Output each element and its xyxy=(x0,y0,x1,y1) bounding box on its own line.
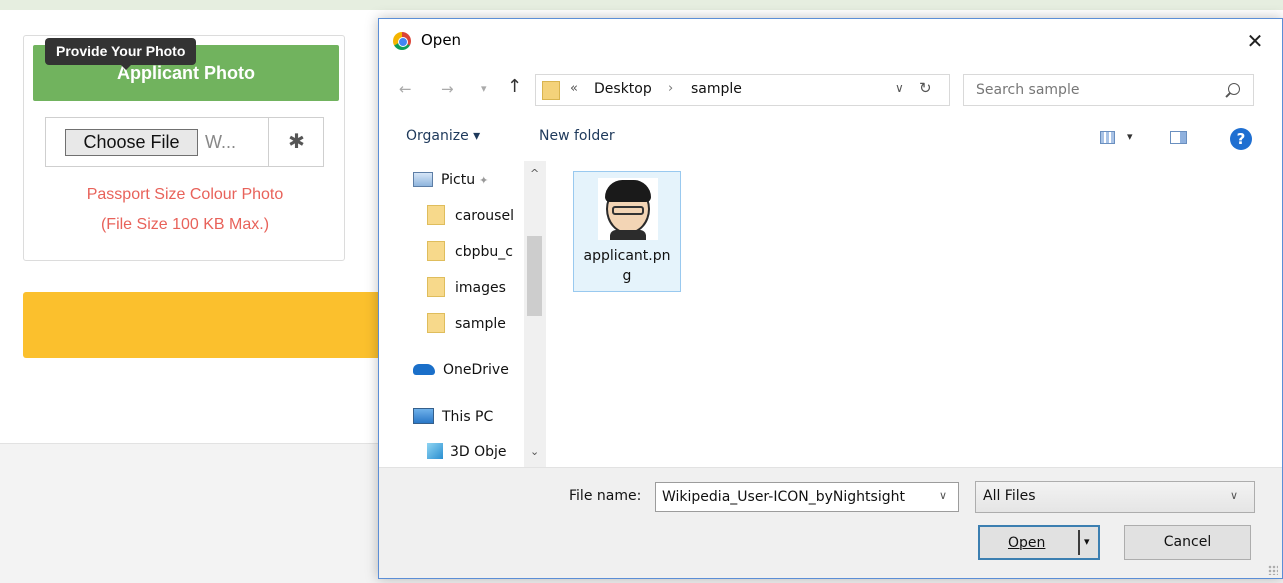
onedrive-icon xyxy=(413,364,435,375)
scroll-thumb[interactable] xyxy=(527,236,542,316)
photo-note-line1: Passport Size Colour Photo xyxy=(86,186,284,203)
file-name-dropdown-icon[interactable]: ∨ xyxy=(939,489,947,502)
navigation-pane: Pictu ✦ carousel cbpbu_c images sample On… xyxy=(379,161,546,467)
open-dropdown-icon[interactable]: ▾ xyxy=(1084,535,1090,548)
pin-icon: ✦ xyxy=(479,174,489,187)
required-asterisk-icon: ✱ xyxy=(268,118,324,166)
nav-item-this-pc[interactable]: This PC xyxy=(413,402,493,432)
nav-item-pictures[interactable]: Pictu ✦ xyxy=(413,165,488,195)
open-split-divider xyxy=(1078,530,1080,555)
new-folder-button[interactable]: New folder xyxy=(539,128,615,144)
open-button-label: Open xyxy=(1008,535,1046,551)
file-type-select[interactable]: All Files ∨ xyxy=(975,481,1255,513)
this-pc-icon xyxy=(413,408,434,424)
nav-item-label: 3D Obje xyxy=(450,444,507,460)
applicant-photo-card: Applicant Photo Choose File W... ✱ Passp… xyxy=(23,35,345,261)
avatar-shirt xyxy=(610,230,646,240)
dialog-titlebar[interactable]: Open ✕ xyxy=(379,19,1282,65)
search-input[interactable]: Search sample xyxy=(963,74,1254,106)
nav-item-onedrive[interactable]: OneDrive xyxy=(413,355,509,385)
up-arrow-icon[interactable]: ↑ xyxy=(507,75,522,99)
recent-locations-chevron-icon[interactable]: ▾ xyxy=(481,77,487,101)
command-bar: Organize ▾ New folder ▾ xyxy=(379,117,1282,157)
breadcrumb-separator-icon[interactable]: › xyxy=(668,81,673,96)
nav-item-label: This PC xyxy=(442,409,494,425)
refresh-icon[interactable]: ↻ xyxy=(919,79,932,97)
file-type-dropdown-icon: ∨ xyxy=(1230,489,1239,502)
chosen-file-name: W... xyxy=(205,132,236,152)
organize-menu[interactable]: Organize ▾ xyxy=(406,128,480,144)
forward-arrow-icon[interactable]: → xyxy=(441,77,454,101)
back-arrow-icon[interactable]: ← xyxy=(399,77,412,101)
file-type-value: All Files xyxy=(983,488,1036,504)
address-bar[interactable]: « Desktop › sample ∨ ↻ xyxy=(535,74,950,106)
folder-icon xyxy=(427,241,445,261)
page-top-strip xyxy=(0,0,1283,10)
cancel-button[interactable]: Cancel xyxy=(1124,525,1251,560)
pictures-icon xyxy=(413,172,433,187)
nav-item-label: cbpbu_c xyxy=(455,244,513,260)
view-options-dropdown-icon[interactable]: ▾ xyxy=(1127,130,1133,143)
change-view-icon[interactable] xyxy=(1100,131,1115,144)
search-icon[interactable] xyxy=(1228,83,1240,95)
avatar-thumbnail-icon xyxy=(598,178,658,240)
nav-item-label: OneDrive xyxy=(443,362,509,378)
scroll-down-icon[interactable]: ⌄ xyxy=(530,445,539,458)
avatar-hair xyxy=(605,180,651,202)
search-placeholder: Search sample xyxy=(976,82,1080,98)
chrome-icon xyxy=(393,32,411,50)
nav-item-images[interactable]: images xyxy=(427,273,506,303)
scroll-up-icon[interactable]: ^ xyxy=(530,167,539,180)
nav-item-label: carousel xyxy=(455,208,514,224)
dialog-title: Open xyxy=(421,31,462,49)
file-list-area[interactable]: applicant.png xyxy=(546,161,1282,467)
folder-icon xyxy=(427,205,445,225)
preview-pane-icon[interactable] xyxy=(1170,131,1187,144)
nav-item-label: Pictu xyxy=(441,172,476,188)
photo-note-line2: (File Size 100 KB Max.) xyxy=(100,216,270,233)
photo-file-input-row: Choose File W... ✱ xyxy=(45,117,324,167)
file-name-field[interactable]: Wikipedia_User-ICON_byNightsight ∨ xyxy=(655,482,959,512)
file-item-applicant-png[interactable]: applicant.png xyxy=(573,171,681,292)
nav-item-sample[interactable]: sample xyxy=(427,309,506,339)
nav-item-cbpbu[interactable]: cbpbu_c xyxy=(427,237,513,267)
open-file-dialog: Open ✕ ← → ▾ ↑ « Desktop › sample ∨ ↻ Se… xyxy=(378,18,1283,579)
navigation-bar: ← → ▾ ↑ « Desktop › sample ∨ ↻ Search sa… xyxy=(379,71,1282,107)
nav-item-label: sample xyxy=(455,316,506,332)
close-button[interactable]: ✕ xyxy=(1237,25,1273,57)
nav-item-carousel[interactable]: carousel xyxy=(427,201,514,231)
breadcrumb-sample[interactable]: sample xyxy=(691,81,742,97)
file-item-label: applicant.png xyxy=(583,248,671,284)
file-name-label: File name: xyxy=(569,488,642,504)
provide-photo-tooltip: Provide Your Photo xyxy=(45,38,197,70)
folder-icon xyxy=(427,277,445,297)
open-button[interactable]: Open ▾ xyxy=(978,525,1100,560)
choose-file-button[interactable]: Choose File xyxy=(65,129,198,156)
dialog-bottom-panel: File name: Wikipedia_User-ICON_byNightsi… xyxy=(379,467,1282,578)
resize-grip-icon[interactable] xyxy=(1268,565,1278,575)
nav-item-label: images xyxy=(455,280,506,296)
file-name-value: Wikipedia_User-ICON_byNightsight xyxy=(662,489,905,505)
folder-icon xyxy=(427,313,445,333)
folder-icon xyxy=(542,81,560,100)
breadcrumb-desktop[interactable]: Desktop xyxy=(594,81,652,97)
address-overflow-icon[interactable]: « xyxy=(570,81,578,96)
address-dropdown-icon[interactable]: ∨ xyxy=(895,81,904,95)
3d-objects-icon xyxy=(427,443,443,459)
nav-pane-scrollbar[interactable]: ^ ⌄ xyxy=(524,161,546,467)
help-icon[interactable]: ? xyxy=(1230,128,1252,150)
nav-item-3d-objects[interactable]: 3D Obje xyxy=(427,437,507,467)
avatar-glasses xyxy=(612,206,644,215)
